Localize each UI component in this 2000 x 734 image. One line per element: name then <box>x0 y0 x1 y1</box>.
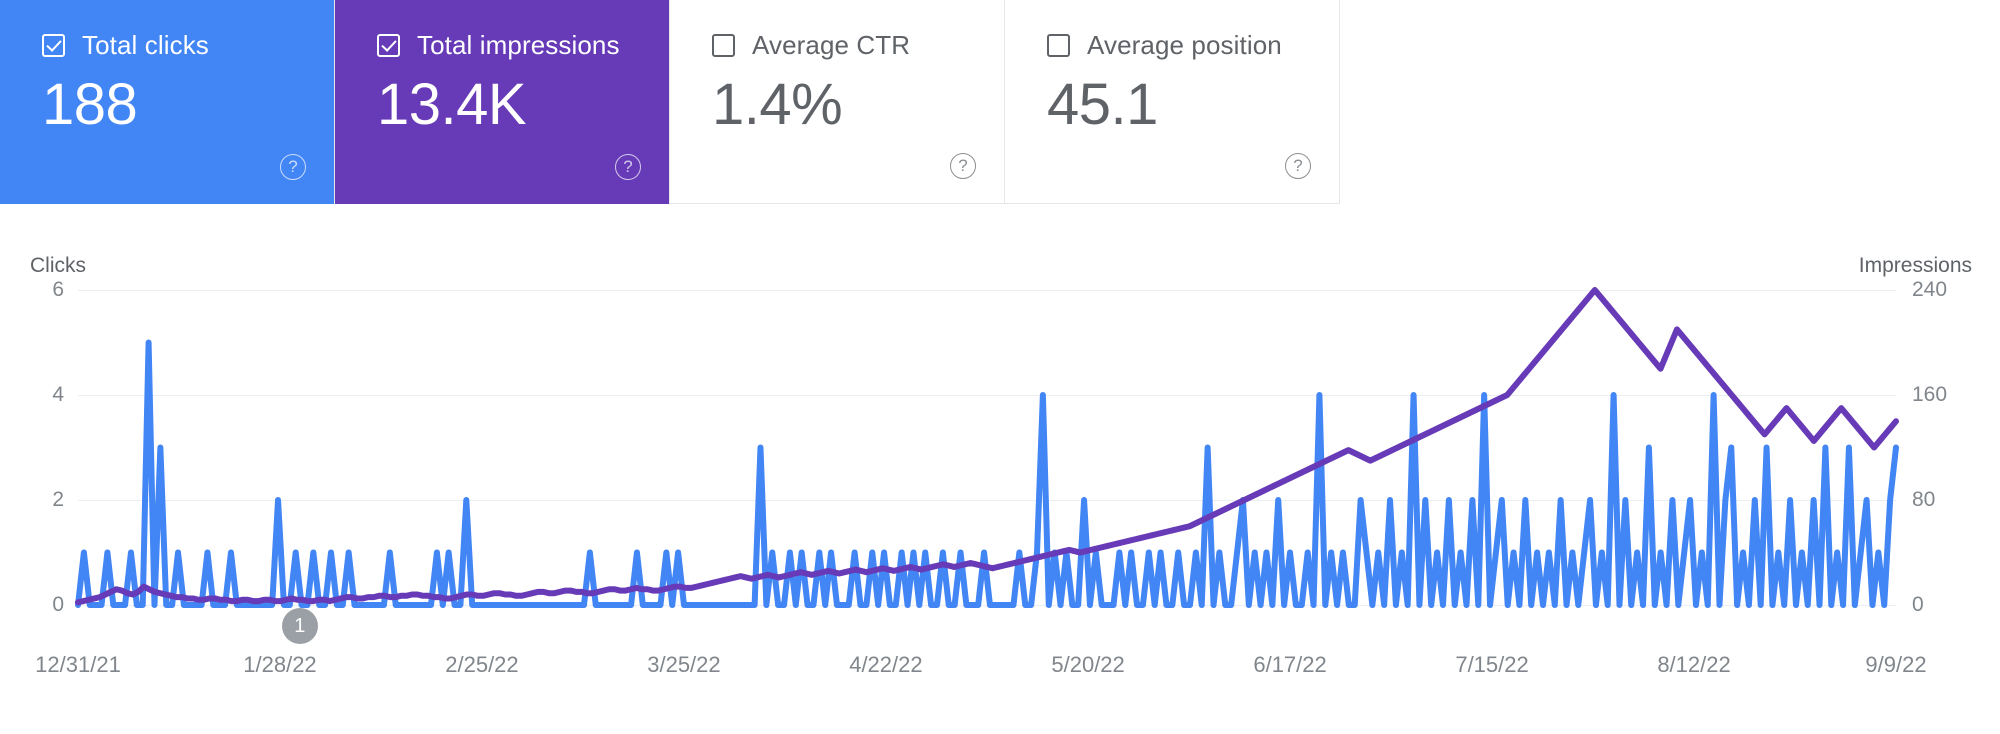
metric-card-total-impressions[interactable]: Total impressions 13.4K ? <box>335 0 670 204</box>
series-lines <box>78 290 1896 605</box>
x-axis-tick-label: 5/20/22 <box>1051 652 1125 677</box>
metric-card-header: Total impressions <box>377 30 643 61</box>
help-icon[interactable]: ? <box>950 153 976 179</box>
annotation-badge[interactable]: 1 <box>281 608 318 644</box>
x-axis-tick-label: 1/28/22 <box>243 652 317 677</box>
metric-card-label: Total impressions <box>417 30 620 60</box>
metric-card-header: Total clicks <box>42 30 308 61</box>
left-axis-title: Clicks <box>30 254 86 277</box>
plot-area: 0 2 4 6 0 80 160 240 <box>52 278 1947 616</box>
metric-card-label: Average position <box>1087 30 1282 60</box>
right-axis-tick: 160 <box>1912 383 1948 406</box>
x-axis-tick-label: 4/22/22 <box>849 652 923 677</box>
left-axis-tick: 6 <box>52 278 64 301</box>
metric-card-value: 1.4% <box>712 72 843 137</box>
average-ctr-checkbox[interactable] <box>712 34 735 57</box>
x-axis-tick-label: 9/9/22 <box>1865 652 1927 677</box>
help-icon[interactable]: ? <box>615 154 641 180</box>
left-axis-tick: 0 <box>52 593 64 616</box>
average-position-checkbox[interactable] <box>1047 34 1070 57</box>
right-axis-tick: 0 <box>1912 593 1924 616</box>
metric-card-header: Average position <box>1047 30 1313 61</box>
x-axis-tick-label: 6/17/22 <box>1253 652 1327 677</box>
metric-card-value: 13.4K <box>377 72 527 137</box>
metric-card-total-clicks[interactable]: Total clicks 188 ? <box>0 0 335 204</box>
metric-card-value: 188 <box>42 72 138 137</box>
right-axis-title: Impressions <box>1858 254 1972 277</box>
metric-card-value: 45.1 <box>1047 72 1158 137</box>
metric-card-header: Average CTR <box>712 30 978 61</box>
x-axis-tick-label: 2/25/22 <box>445 652 519 677</box>
metric-card-average-position[interactable]: Average position 45.1 ? <box>1005 0 1340 204</box>
left-axis-tick: 4 <box>52 383 64 406</box>
right-axis-tick: 80 <box>1912 488 1936 511</box>
help-icon[interactable]: ? <box>280 154 306 180</box>
x-axis-tick-label: 8/12/22 <box>1657 652 1731 677</box>
left-axis-tick: 2 <box>52 488 64 511</box>
metric-card-label: Total clicks <box>82 30 209 60</box>
x-axis-labels: 12/31/21 1/28/22 2/25/22 3/25/22 4/22/22 5/20… <box>35 608 1927 692</box>
total-clicks-checkbox[interactable] <box>42 34 65 57</box>
total-impressions-checkbox[interactable] <box>377 34 400 57</box>
metric-card-average-ctr[interactable]: Average CTR 1.4% ? <box>670 0 1005 204</box>
help-icon[interactable]: ? <box>1285 153 1311 179</box>
x-axis-tick-label: 3/25/22 <box>647 652 721 677</box>
right-axis-tick: 240 <box>1912 278 1948 301</box>
x-axis-tick-label: 12/31/21 <box>35 652 121 677</box>
metric-card-label: Average CTR <box>752 30 911 60</box>
metric-cards-row: Total clicks 188 ? Total impressions 13.… <box>0 0 1340 204</box>
x-axis-tick-label: 7/15/22 <box>1455 652 1529 677</box>
performance-chart[interactable]: Clicks Impressions 0 2 4 6 0 80 160 240 12/31/2… <box>0 204 2000 734</box>
